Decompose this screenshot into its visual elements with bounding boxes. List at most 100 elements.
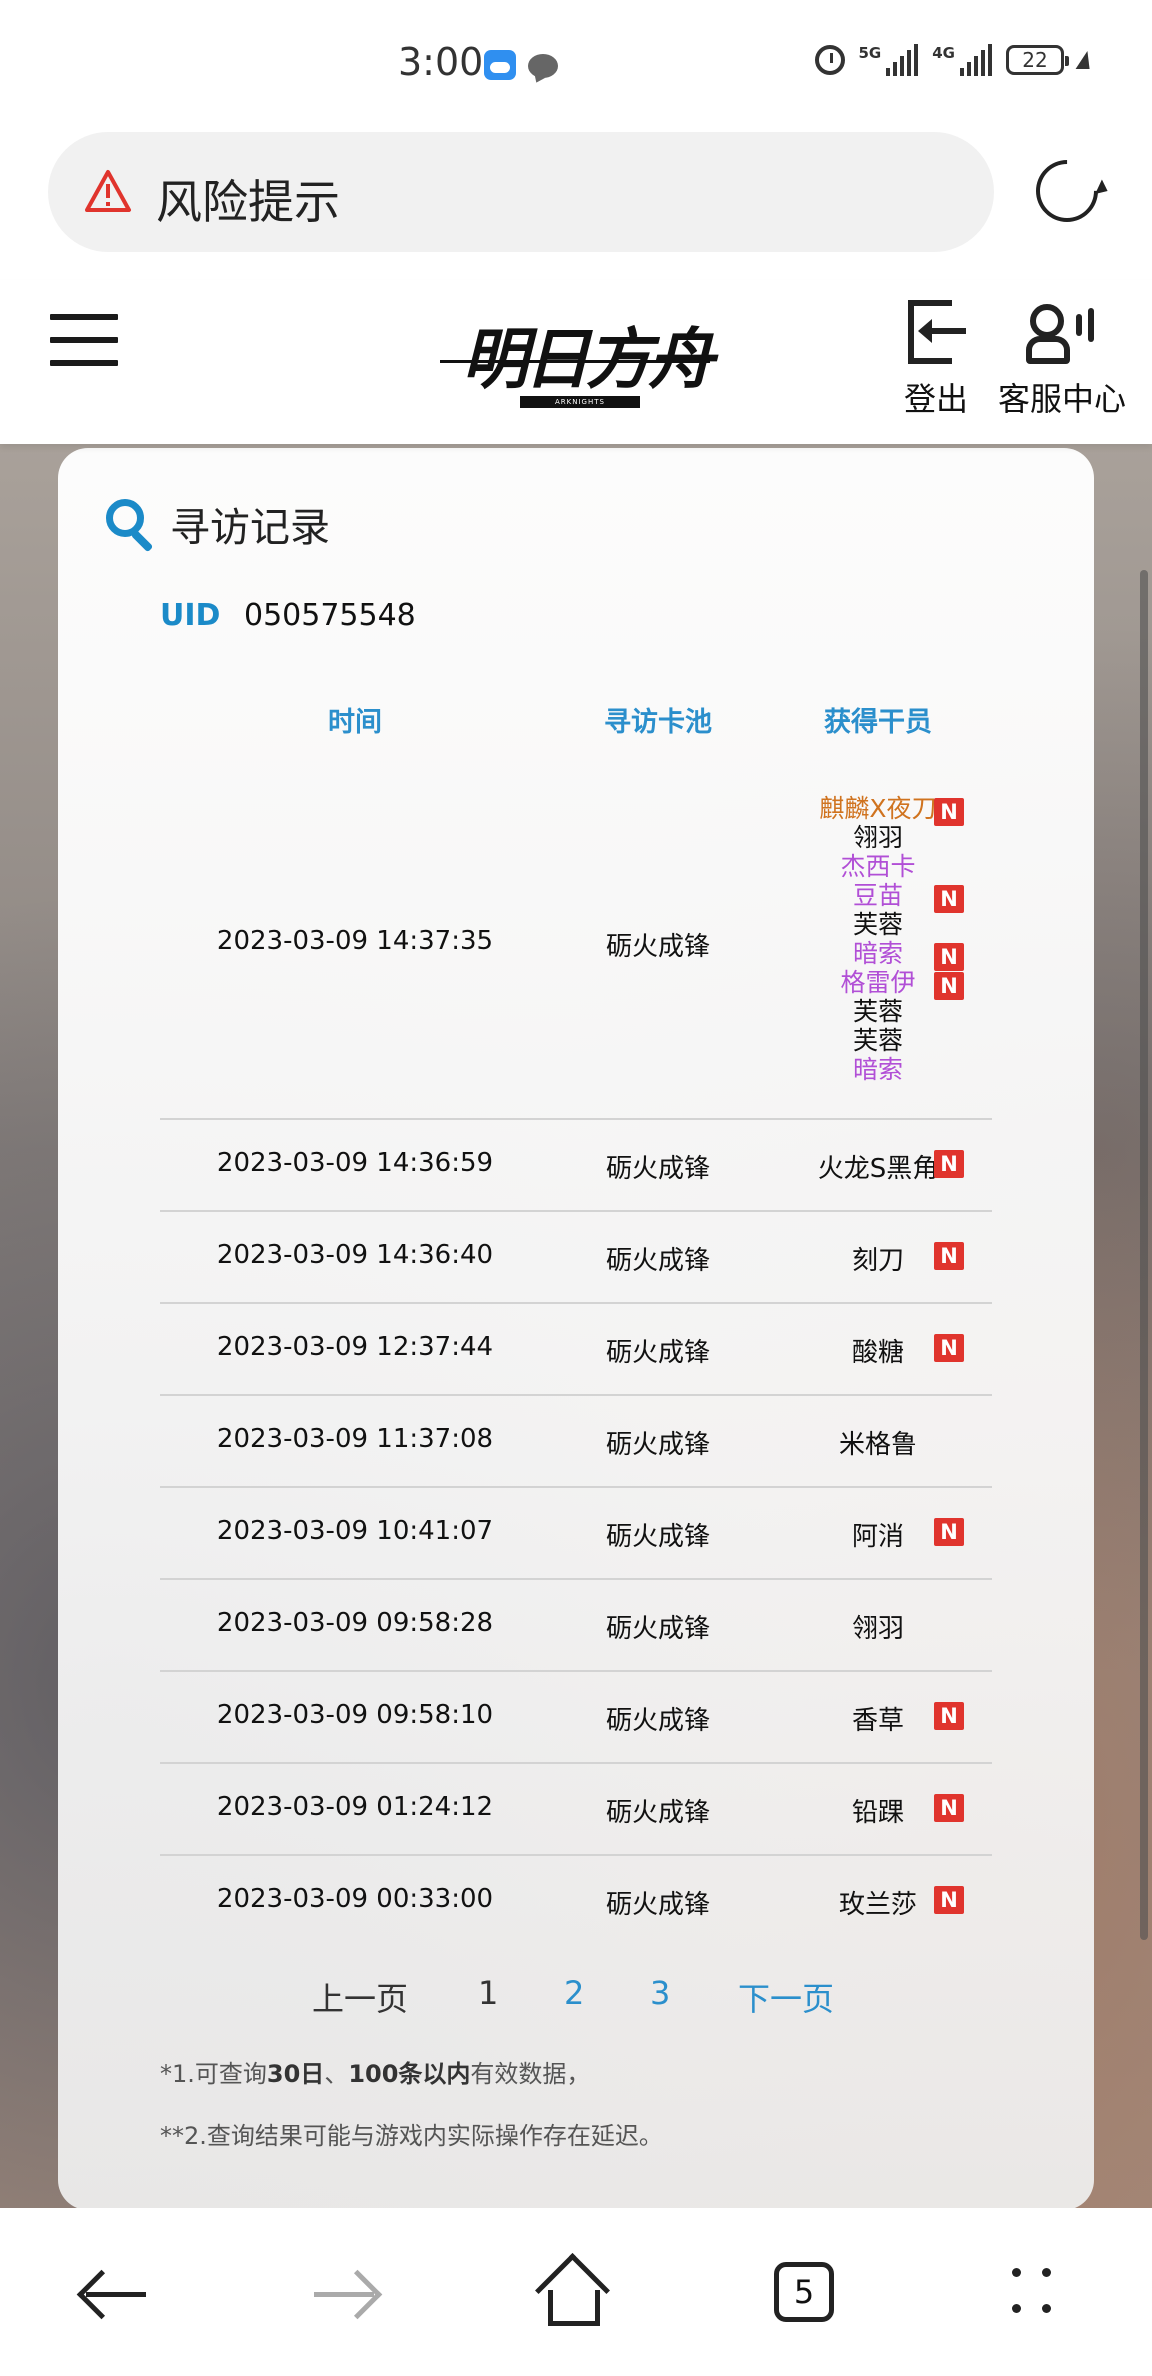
arknights-logo[interactable]: 明日方舟 ARKNIGHTS: [440, 292, 714, 418]
card-title-text: 寻访记录: [170, 505, 330, 551]
new-badge: N: [934, 1334, 964, 1362]
row-time: 2023-03-09 00:33:00: [216, 1884, 494, 1914]
row-time: 2023-03-09 10:41:07: [216, 1516, 494, 1546]
logo-subtext: ARKNIGHTS: [555, 398, 605, 406]
browser-bottom-nav: 5: [0, 2208, 1152, 2376]
operator-name: 芙蓉: [852, 910, 903, 939]
table-row: 2023-03-09 11:37:08 砺火成锋 米格鲁: [160, 1396, 992, 1488]
row-pool: 砺火成锋: [605, 1614, 710, 1644]
new-badge: N: [934, 1150, 964, 1178]
row-time: 2023-03-09 14:36:59: [216, 1148, 494, 1178]
row-time: 2023-03-09 14:36:40: [216, 1240, 494, 1270]
status-time: 3:00: [398, 40, 484, 84]
row-time: 2023-03-09 09:58:28: [216, 1608, 494, 1638]
chat-notification-icon: [528, 54, 558, 78]
page-1-button[interactable]: 1: [478, 1974, 498, 2012]
row-time: 2023-03-09 01:24:12: [216, 1792, 494, 1822]
table-row: 2023-03-09 14:36:59 砺火成锋 火龙S黑角 N: [160, 1120, 992, 1212]
scrollbar[interactable]: [1140, 570, 1148, 1940]
new-badge: N: [934, 972, 964, 1000]
signal-5g-icon: 5G: [859, 44, 919, 76]
table-row: 2023-03-09 14:36:40 砺火成锋 刻刀 N: [160, 1212, 992, 1304]
row-pool: 砺火成锋: [605, 932, 710, 962]
new-badge: N: [934, 1794, 964, 1822]
forward-arrow-icon[interactable]: [310, 2269, 383, 2320]
menu-icon[interactable]: [50, 314, 118, 366]
customer-service-icon: [1026, 300, 1098, 364]
row-pool: 砺火成锋: [605, 1706, 710, 1736]
address-bar[interactable]: 风险提示: [48, 132, 994, 252]
column-header-time: 时间: [328, 707, 382, 738]
customer-service-label: 客服中心: [997, 380, 1126, 418]
table-row: 2023-03-09 12:37:44 砺火成锋 酸糖 N: [160, 1304, 992, 1396]
operator-name: 翎羽: [851, 1614, 904, 1644]
charging-icon: [1075, 51, 1095, 69]
operator-list: 麒麟X夜刀 翎羽 杰西卡 豆苗 芙蓉 暗索 格雷伊 芙蓉 芙蓉 暗索: [778, 794, 978, 1084]
operator-name: 米格鲁: [838, 1430, 917, 1460]
column-header-operator: 获得干员: [824, 707, 932, 738]
table-row: 2023-03-09 14:37:35 砺火成锋 麒麟X夜刀 翎羽 杰西卡 豆苗…: [160, 780, 992, 1120]
menu-dots-icon[interactable]: [1010, 2266, 1060, 2318]
new-badge: N: [934, 798, 964, 826]
status-bar: 3:00 5G 4G 22: [0, 0, 1152, 130]
table-row: 2023-03-09 01:24:12 砺火成锋 铅踝 N: [160, 1764, 992, 1856]
logout-label: 登出: [903, 380, 968, 418]
row-time: 2023-03-09 09:58:10: [216, 1700, 494, 1730]
table-row: 2023-03-09 10:41:07 砺火成锋 阿消 N: [160, 1488, 992, 1580]
column-header-pool: 寻访卡池: [604, 707, 712, 738]
uid-row: UID 050575548: [160, 598, 416, 633]
warning-icon: [85, 170, 131, 212]
new-badge: N: [934, 1886, 964, 1914]
operator-name: 芙蓉: [852, 1026, 903, 1055]
status-indicators: 5G 4G 22: [814, 44, 1095, 76]
logo-text: 明日方舟: [462, 320, 714, 398]
tabs-icon[interactable]: 5: [774, 2262, 834, 2322]
row-pool: 砺火成锋: [605, 1246, 710, 1276]
signal-4g-icon: 4G: [932, 44, 992, 76]
operator-name: 杰西卡: [840, 852, 916, 881]
table-row: 2023-03-09 09:58:28 砺火成锋 翎羽: [160, 1580, 992, 1672]
new-badge: N: [934, 1518, 964, 1546]
weather-icon: [484, 50, 516, 80]
new-badge: N: [934, 885, 964, 913]
card-title: 寻访记录: [104, 494, 330, 554]
battery-icon: 22: [1006, 45, 1069, 75]
site-header: 明日方舟 ARKNIGHTS 登出 客服中心: [0, 280, 1152, 444]
address-text: 风险提示: [156, 175, 340, 229]
next-page-button[interactable]: 下一页: [738, 1974, 834, 2020]
row-pool: 砺火成锋: [605, 1338, 710, 1368]
reload-icon[interactable]: [1023, 147, 1111, 235]
row-pool: 砺火成锋: [605, 1798, 710, 1828]
new-badge: N: [934, 1242, 964, 1270]
table-row: 2023-03-09 00:33:00 砺火成锋 玫兰莎 N: [160, 1856, 992, 1948]
row-time: 2023-03-09 11:37:08: [216, 1424, 494, 1454]
alarm-icon: [814, 45, 845, 75]
row-pool: 砺火成锋: [605, 1430, 710, 1460]
note-2: **2.查询结果可能与游戏内实际操作存在延迟。: [160, 2122, 663, 2150]
logout-button[interactable]: 登出: [896, 300, 976, 420]
network-4g-label: 4G: [932, 44, 955, 62]
uid-label: UID: [160, 598, 221, 633]
search-icon: [104, 497, 158, 553]
note-1: *1.可查询30日、100条以内有效数据，: [160, 2060, 591, 2088]
page-3-button[interactable]: 3: [650, 1974, 670, 2012]
row-pool: 砺火成锋: [605, 1522, 710, 1552]
row-time: 2023-03-09 12:37:44: [216, 1332, 494, 1362]
row-pool: 砺火成锋: [605, 1890, 710, 1920]
customer-service-button[interactable]: 客服中心: [994, 300, 1130, 420]
back-arrow-icon[interactable]: [76, 2269, 150, 2320]
logout-icon: [904, 300, 968, 364]
row-pool: 砺火成锋: [605, 1154, 710, 1184]
prev-page-button[interactable]: 上一页: [312, 1974, 408, 2020]
row-time: 2023-03-09 14:37:35: [216, 926, 494, 956]
table-row: 2023-03-09 09:58:10 砺火成锋 香草 N: [160, 1672, 992, 1764]
new-badge: N: [934, 1702, 964, 1730]
network-5g-label: 5G: [858, 44, 882, 62]
uid-value: 050575548: [243, 598, 416, 633]
operator-name: 暗索: [852, 1055, 903, 1084]
new-badge: N: [934, 943, 964, 971]
operator-name: 芙蓉: [852, 997, 903, 1026]
home-icon[interactable]: [535, 2253, 610, 2328]
operator-name: 翎羽: [852, 823, 903, 852]
page-2-button[interactable]: 2: [564, 1974, 584, 2012]
